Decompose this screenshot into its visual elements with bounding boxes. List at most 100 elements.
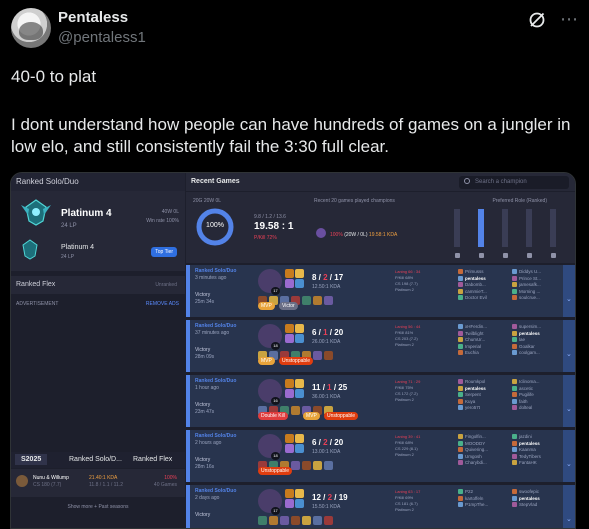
rune-icon[interactable] [285, 279, 294, 288]
item-icon[interactable] [258, 516, 267, 525]
player-name: FantaHK [519, 460, 537, 465]
team-player[interactable]: dolteal [512, 405, 540, 412]
tab-season-flex[interactable]: Ranked Flex [133, 456, 172, 463]
grok-icon[interactable] [527, 10, 547, 30]
player-champion-icon [458, 295, 463, 300]
tab-season[interactable]: S2025 [15, 454, 48, 465]
team-player[interactable]: FantaHK [512, 460, 541, 467]
rune-icon[interactable] [285, 389, 294, 398]
remove-ads-link[interactable]: REMOVE ADS [146, 301, 179, 307]
team-player[interactable]: yero57t [458, 405, 486, 412]
team-player[interactable]: Euchia [458, 350, 487, 357]
tweet-text-line1: 40-0 to plat [11, 67, 97, 86]
team-player[interactable]: Charybdi... [458, 460, 488, 467]
expand-match-button[interactable]: ⌄ [563, 320, 575, 372]
match-stat-line: Platinum 2 [395, 452, 414, 457]
item-icon[interactable] [313, 461, 322, 470]
match-row[interactable]: Ranked Solo/Duo 3 minutes ago Victory 25m 3… [186, 265, 575, 317]
expand-match-button[interactable]: ⌄ [563, 430, 575, 482]
expand-match-button[interactable]: ⌄ [563, 485, 575, 528]
item-icon[interactable] [269, 516, 278, 525]
item-icon[interactable] [302, 461, 311, 470]
player-name: Pugilife [519, 392, 534, 397]
item-icon[interactable] [291, 406, 300, 415]
team-player[interactable]: StepVlad [512, 502, 540, 509]
display-name[interactable]: Pentaless [58, 9, 128, 26]
summoner-spell-icon[interactable] [285, 489, 294, 498]
summoner-spell-icon[interactable] [295, 324, 304, 333]
top-tier-badge[interactable]: Top Tier [151, 247, 177, 257]
rune-icon[interactable] [295, 334, 304, 343]
kill-participation: P/Kill 72% [254, 235, 277, 241]
role-bar-top [454, 209, 460, 247]
search-input[interactable]: Search a champion [459, 176, 569, 189]
player-champion-icon [512, 295, 517, 300]
rune-icon[interactable] [285, 499, 294, 508]
item-icon[interactable] [324, 461, 333, 470]
player-name: dolteal [519, 405, 533, 410]
more-options-icon[interactable]: ⋯ [560, 9, 579, 30]
advertisement-label: ADVERTISEMENT [16, 301, 59, 307]
item-icon[interactable] [313, 516, 322, 525]
summoner-spell-icon[interactable] [285, 379, 294, 388]
item-icon[interactable] [291, 516, 300, 525]
match-stat-line: Platinum 2 [395, 287, 414, 292]
played-winrate: 100% [330, 232, 343, 238]
assists: 20 [334, 328, 344, 337]
player-champion-icon [512, 324, 517, 329]
match-stats: Laning 56 : 44 P/Kill 81% CS 203 (7.2) Plat… [395, 324, 420, 348]
team-player[interactable]: coolgam... [512, 350, 541, 357]
item-icon[interactable] [302, 516, 311, 525]
summoner-spell-icon[interactable] [285, 434, 294, 443]
rune-icon[interactable] [295, 499, 304, 508]
item-icon[interactable] [313, 296, 322, 305]
summoner-spell-icon[interactable] [295, 489, 304, 498]
player-champion-icon [458, 337, 463, 342]
item-icon[interactable] [302, 296, 311, 305]
player-champion-icon [458, 282, 463, 287]
achievement-badge: MVP [303, 412, 320, 420]
item-icon[interactable] [291, 461, 300, 470]
item-icon[interactable] [324, 351, 333, 360]
champion-stat-row[interactable]: Nunu & Willump 21.40:1 KDA CS 180 (7.7) … [11, 469, 185, 497]
rune-icon[interactable] [295, 389, 304, 398]
player-name: soulcrue... [519, 295, 540, 300]
rune-icon[interactable] [285, 444, 294, 453]
item-icon[interactable] [324, 296, 333, 305]
summoner-spell-icon[interactable] [285, 324, 294, 333]
team-player[interactable]: P1mpThe... [458, 502, 488, 509]
item-icon[interactable] [324, 516, 333, 525]
avatar[interactable] [11, 8, 51, 48]
match-row[interactable]: Ranked Solo/Duo 1 hour ago Victory 23m 47s 1… [186, 375, 575, 427]
team-player[interactable]: Doctor Evil [458, 295, 487, 302]
user-handle[interactable]: @pentaless1 [58, 29, 146, 46]
player-name: supersim... [519, 324, 542, 329]
show-more-button[interactable]: Show more + Past seasons [11, 501, 185, 515]
match-row[interactable]: Ranked Solo/Duo 2 days ago Victory 17 12 / 2… [186, 485, 575, 528]
played-wl: (20W / 0L) [344, 232, 368, 238]
item-icon[interactable] [313, 351, 322, 360]
attached-image[interactable]: Ranked Solo/Duo Platinum 4 24 LP 40W 0L … [10, 172, 576, 529]
expand-match-button[interactable]: ⌄ [563, 265, 575, 317]
summoner-spell-icon[interactable] [285, 269, 294, 278]
match-row[interactable]: Ranked Solo/Duo 37 minutes ago Victory 28m … [186, 320, 575, 372]
summoner-spell-icon[interactable] [295, 269, 304, 278]
tab-season-solo[interactable]: Ranked Solo/D... [69, 456, 122, 463]
ranked-flex-panel: Ranked Flex Unranked [11, 276, 185, 294]
rune-icon[interactable] [285, 334, 294, 343]
played-champion-icon [316, 228, 326, 238]
rune-icon[interactable] [295, 279, 304, 288]
rune-icon[interactable] [295, 444, 304, 453]
chevron-down-icon: ⌄ [566, 516, 572, 523]
item-icon[interactable] [280, 516, 289, 525]
summoner-spell-icon[interactable] [295, 379, 304, 388]
platinum-emblem-icon [21, 199, 51, 226]
match-kda-ratio: 15.50:1 KDA [312, 504, 341, 510]
team-player[interactable]: soulcrue... [512, 295, 541, 302]
match-row[interactable]: Ranked Solo/Duo 2 hours ago Victory 28m 16s… [186, 430, 575, 482]
played-kda: 19.58:1 KDA [368, 232, 398, 238]
expand-match-button[interactable]: ⌄ [563, 375, 575, 427]
chevron-down-icon: ⌄ [566, 296, 572, 303]
search-placeholder: Search a champion [475, 179, 527, 185]
summoner-spell-icon[interactable] [295, 434, 304, 443]
